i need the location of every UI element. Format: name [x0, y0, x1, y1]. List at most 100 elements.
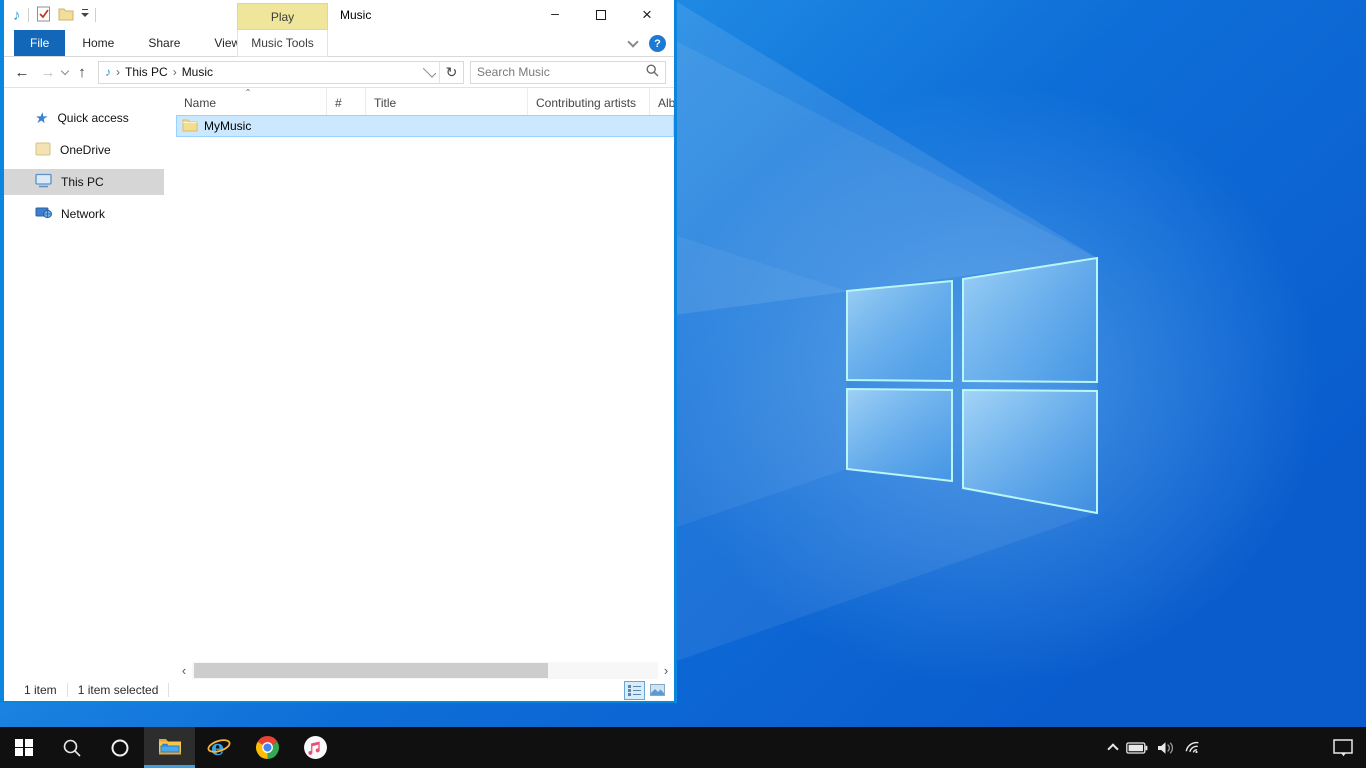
- details-view-button[interactable]: [624, 681, 645, 700]
- onedrive-folder-icon: [35, 142, 51, 159]
- tab-share[interactable]: Share: [131, 30, 197, 56]
- customize-toolbar-caret-icon[interactable]: [81, 12, 88, 19]
- svg-text:e: e: [211, 735, 224, 760]
- desktop: ♪ Play Music – ×: [0, 0, 1366, 768]
- minimize-button[interactable]: –: [532, 0, 578, 30]
- file-row-mymusic[interactable]: MyMusic: [176, 115, 674, 137]
- file-list: MyMusic: [176, 115, 674, 662]
- folder-icon: [182, 118, 198, 135]
- view-toggle-group: [624, 681, 668, 700]
- battery-icon[interactable]: [1126, 742, 1148, 754]
- search-box: [470, 61, 666, 84]
- column-header-contributing-artists[interactable]: Contributing artists: [528, 88, 650, 115]
- status-bar: 1 item 1 item selected: [4, 679, 674, 701]
- taskbar-chrome-button[interactable]: [243, 727, 291, 768]
- app-music-note-icon: ♪: [13, 8, 21, 23]
- column-header-number[interactable]: #: [327, 88, 366, 115]
- logo-pane-bottom-left: [847, 389, 952, 481]
- contextual-tab-play[interactable]: Play: [237, 3, 328, 30]
- file-list-pane: ˆ Name # Title Contributing artists Alb …: [164, 88, 674, 679]
- help-icon[interactable]: ?: [649, 35, 666, 52]
- statusbar-separator: [168, 683, 169, 697]
- scrollbar-thumb[interactable]: [194, 663, 548, 678]
- breadcrumb-this-pc[interactable]: This PC: [125, 65, 168, 79]
- logo-pane-top-left: [847, 281, 952, 381]
- recent-locations-chevron-icon[interactable]: [61, 67, 69, 75]
- taskbar-search-button[interactable]: [48, 727, 96, 768]
- location-music-icon: ♪: [105, 65, 111, 79]
- back-button[interactable]: ←: [12, 64, 32, 81]
- item-count-label: 1 item: [24, 683, 57, 697]
- taskbar-internet-explorer-button[interactable]: e: [195, 727, 243, 768]
- start-button[interactable]: [0, 727, 48, 768]
- column-header-name[interactable]: ˆ Name: [176, 88, 327, 115]
- title-bar[interactable]: ♪ Play Music – ×: [4, 0, 674, 30]
- volume-icon[interactable]: [1157, 741, 1175, 755]
- scroll-right-arrow-icon[interactable]: ›: [658, 662, 674, 679]
- crumb-separator-icon: ›: [173, 65, 177, 79]
- window-controls: – ×: [532, 0, 670, 30]
- expand-ribbon-chevron-icon[interactable]: [627, 36, 638, 47]
- sidebar-item-onedrive[interactable]: OneDrive: [4, 137, 164, 163]
- large-icons-view-button[interactable]: [647, 681, 668, 700]
- action-center-button[interactable]: [1320, 727, 1366, 768]
- sidebar-item-quick-access[interactable]: ★ Quick access: [4, 105, 164, 131]
- quick-access-toolbar: ♪: [4, 6, 96, 25]
- column-header-album[interactable]: Alb: [650, 88, 674, 115]
- refresh-button[interactable]: ↻: [439, 62, 463, 83]
- system-tray: [1109, 727, 1212, 768]
- maximize-button[interactable]: [578, 0, 624, 30]
- column-header-title[interactable]: Title: [366, 88, 528, 115]
- logo-pane-top-right: [963, 258, 1097, 382]
- ribbon-right-controls: ?: [629, 30, 666, 57]
- sidebar-item-this-pc[interactable]: This PC: [4, 169, 164, 195]
- ribbon-tabs: File Home Share View Music Tools ?: [4, 30, 674, 57]
- properties-icon[interactable]: [36, 6, 51, 25]
- action-center-icon: [1333, 739, 1353, 757]
- search-input[interactable]: [471, 65, 646, 79]
- file-name-label: MyMusic: [204, 119, 251, 133]
- forward-button[interactable]: →: [38, 64, 58, 81]
- taskbar-itunes-button[interactable]: [291, 727, 339, 768]
- toolbar-separator: [28, 8, 29, 22]
- tab-home[interactable]: Home: [65, 30, 131, 56]
- address-bar: ← → ↑ ♪ › This PC › Music ↻: [4, 57, 674, 88]
- scroll-left-arrow-icon[interactable]: ‹: [176, 662, 192, 679]
- cortana-button[interactable]: [96, 727, 144, 768]
- logo-glow: [660, 85, 1320, 685]
- close-button[interactable]: ×: [624, 0, 670, 30]
- crumb-separator-icon: ›: [116, 65, 120, 79]
- windows-start-icon: [15, 739, 33, 757]
- navigation-pane: ★ Quick access OneDrive This PC: [4, 88, 164, 679]
- close-icon: ×: [642, 5, 652, 25]
- toolbar-separator: [95, 8, 96, 22]
- search-icon: [62, 738, 82, 758]
- column-headers: ˆ Name # Title Contributing artists Alb: [176, 88, 674, 115]
- taskbar: e: [0, 727, 1366, 768]
- up-button[interactable]: ↑: [72, 64, 92, 81]
- file-explorer-window: ♪ Play Music – ×: [0, 0, 677, 703]
- selection-count-label: 1 item selected: [78, 683, 159, 697]
- wifi-icon[interactable]: [1184, 741, 1202, 755]
- address-input[interactable]: ♪ › This PC › Music ↻: [98, 61, 464, 84]
- magnifier-icon[interactable]: [646, 64, 659, 80]
- tab-music-tools[interactable]: Music Tools: [237, 30, 328, 57]
- scrollbar-track[interactable]: [192, 662, 658, 679]
- statusbar-separator: [67, 683, 68, 697]
- tab-file[interactable]: File: [14, 30, 65, 56]
- taskbar-file-explorer-button[interactable]: [144, 727, 195, 768]
- internet-explorer-icon: e: [206, 735, 232, 761]
- address-dropdown-chevron-icon[interactable]: [423, 64, 436, 77]
- play-tab-label: Play: [271, 10, 294, 24]
- network-computer-icon: [35, 205, 52, 223]
- horizontal-scrollbar[interactable]: ‹ ›: [176, 662, 674, 679]
- hidden-icons-chevron-icon[interactable]: [1107, 743, 1118, 754]
- this-pc-monitor-icon: [35, 173, 52, 191]
- window-title: Music: [340, 0, 371, 30]
- maximize-icon: [596, 10, 606, 20]
- new-folder-icon[interactable]: [58, 7, 74, 24]
- breadcrumb-music[interactable]: Music: [182, 65, 213, 79]
- sidebar-item-network[interactable]: Network: [4, 201, 164, 227]
- minimize-icon: –: [551, 5, 559, 21]
- sort-ascending-icon: ˆ: [246, 88, 250, 101]
